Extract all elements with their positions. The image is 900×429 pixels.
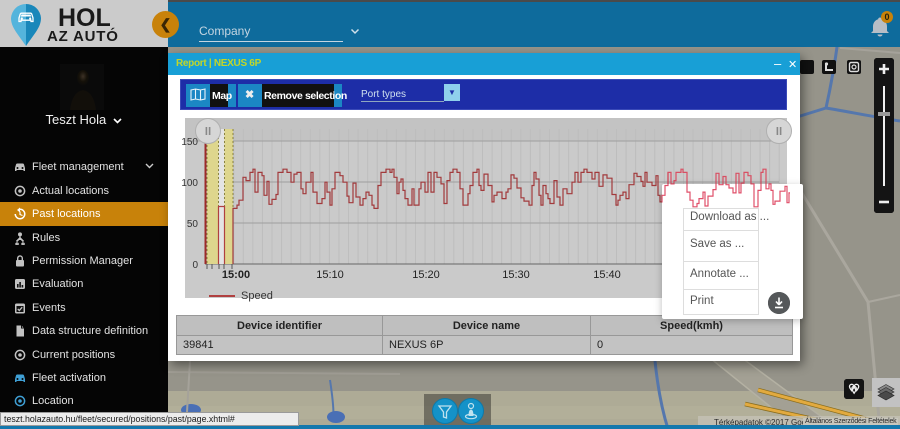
- svg-text:15:10: 15:10: [316, 269, 344, 281]
- svg-text:150: 150: [181, 137, 198, 148]
- svg-text:15:30: 15:30: [502, 269, 530, 281]
- svg-text:0: 0: [192, 260, 198, 271]
- svg-text:15:20: 15:20: [412, 269, 440, 281]
- svg-text:15:00: 15:00: [222, 269, 250, 281]
- svg-text:50: 50: [187, 219, 199, 230]
- svg-text:15:40: 15:40: [593, 269, 621, 281]
- svg-text:100: 100: [181, 178, 198, 189]
